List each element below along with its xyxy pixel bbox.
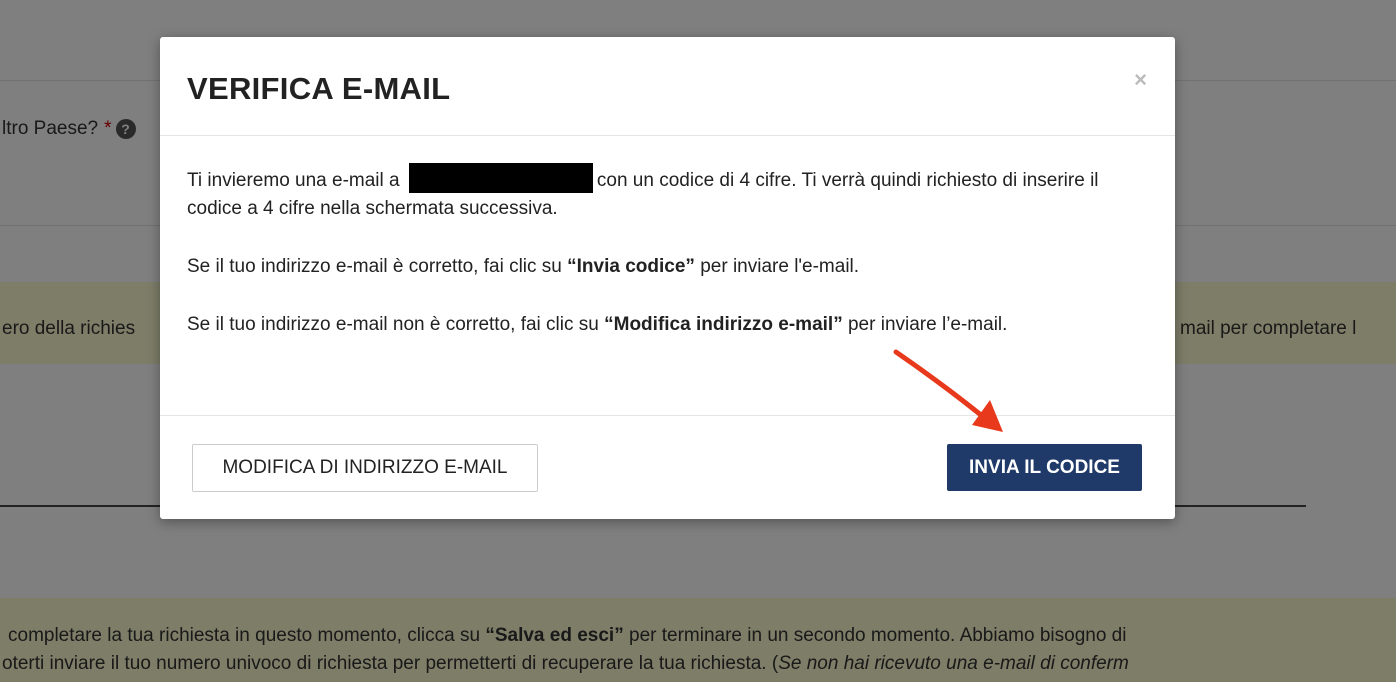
modal-title: VERIFICA E-MAIL xyxy=(187,71,451,106)
redacted-email xyxy=(408,163,593,193)
close-icon[interactable]: × xyxy=(1134,67,1147,93)
body-text: Se il tuo indirizzo e-mail è corretto, f… xyxy=(187,256,568,277)
body-text: Se il tuo indirizzo e-mail non è corrett… xyxy=(187,314,605,335)
send-code-button[interactable]: INVIA IL CODICE xyxy=(947,444,1142,491)
body-text: per inviare l'e-mail. xyxy=(694,256,860,277)
body-paragraph-1: Ti invieremo una e-mail a con un codice … xyxy=(187,163,1152,223)
body-bold: “Modifica indirizzo e-mail” xyxy=(604,314,843,335)
body-text: Ti invieremo una e-mail a xyxy=(187,170,405,191)
modal-footer: MODIFICA DI INDIRIZZO E-MAIL INVIA IL CO… xyxy=(160,415,1175,520)
body-text: per inviare l’e-mail. xyxy=(842,314,1008,335)
edit-email-button[interactable]: MODIFICA DI INDIRIZZO E-MAIL xyxy=(192,444,538,492)
body-bold: “Invia codice” xyxy=(567,256,695,277)
modal-header: VERIFICA E-MAIL × xyxy=(160,37,1175,136)
body-paragraph-2: Se il tuo indirizzo e-mail è corretto, f… xyxy=(187,253,1152,281)
verify-email-modal: VERIFICA E-MAIL × Ti invieremo una e-mai… xyxy=(160,37,1175,519)
modal-body: Ti invieremo una e-mail a con un codice … xyxy=(187,163,1152,369)
body-paragraph-3: Se il tuo indirizzo e-mail non è corrett… xyxy=(187,311,1152,339)
